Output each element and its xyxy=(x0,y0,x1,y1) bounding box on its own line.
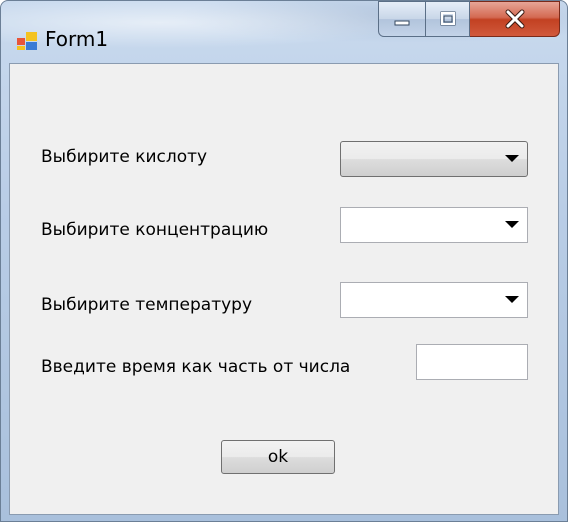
maximize-icon xyxy=(440,11,455,26)
dropdown-arrow-icon[interactable] xyxy=(505,221,519,228)
acid-label: Выбирите кислоту xyxy=(41,147,208,167)
concentration-combobox[interactable] xyxy=(340,207,528,243)
acid-combobox[interactable] xyxy=(340,141,528,177)
ok-button[interactable]: ok xyxy=(221,440,335,474)
dropdown-arrow-icon[interactable] xyxy=(505,155,519,162)
app-form-icon[interactable] xyxy=(17,32,37,50)
time-textbox[interactable] xyxy=(416,344,528,380)
caption-buttons xyxy=(378,1,560,39)
maximize-button[interactable] xyxy=(426,1,470,37)
window-title: Form1 xyxy=(45,27,109,51)
close-icon xyxy=(505,9,524,29)
temperature-label: Выбирите температуру xyxy=(41,295,253,315)
close-button[interactable] xyxy=(470,1,560,37)
title-bar[interactable]: Form1 xyxy=(1,1,567,63)
form1-window: Form1 Выбирите кислоту Выбирите концентр… xyxy=(0,0,568,522)
minimize-icon xyxy=(394,20,410,26)
concentration-label: Выбирите концентрацию xyxy=(41,220,269,240)
temperature-combobox[interactable] xyxy=(340,282,528,318)
minimize-button[interactable] xyxy=(378,1,426,37)
dropdown-arrow-icon[interactable] xyxy=(505,296,519,303)
form-client-area: Выбирите кислоту Выбирите концентрацию В… xyxy=(9,63,559,515)
time-label: Введите время как часть от числа xyxy=(41,357,351,377)
